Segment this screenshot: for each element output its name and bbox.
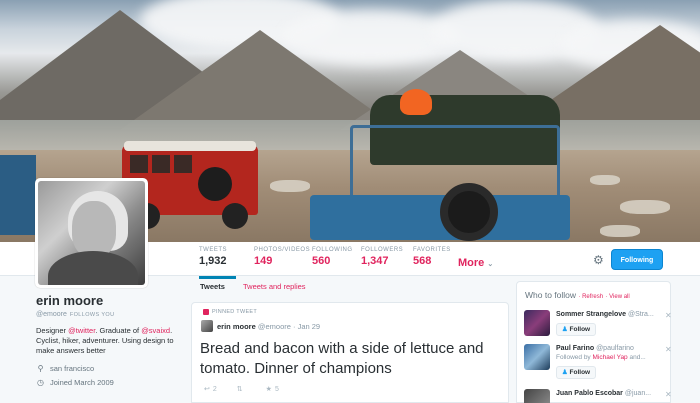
suggestion-display-name: Sommer Strangelove [556,311,627,318]
view-all-link[interactable]: · View all [605,294,629,300]
stat-value: 1,932 [199,255,227,267]
joined-text: Joined March 2009 [50,378,114,387]
reply-count: 2 [212,385,217,393]
retweet-action[interactable]: ⇅ [237,385,246,393]
following-button[interactable]: Following [611,249,663,270]
pinned-text: PINNED TWEET [212,309,258,315]
tab-tweets[interactable]: Tweets [200,282,225,291]
stat-value: 568 [413,255,432,267]
stat-followers[interactable]: FOLLOWERS 1,347 [361,247,403,267]
follow-button-label: Follow [569,326,591,333]
context-link[interactable]: Michael Yap [593,354,628,361]
add-user-icon: ♟ [561,369,568,376]
tweet-actions: ↩ 2 ⇅ ★ 5 [204,385,279,394]
profile-bio: Designer @twitter. Graduate of @svaixd. … [36,326,184,356]
profile-card: erin moore @emoore FOLLOWS YOU Designer @… [36,293,186,387]
avatar[interactable] [524,310,550,336]
stat-tweets[interactable]: TWEETS 1,932 [199,247,236,279]
suggestion-name[interactable]: Paul Farino @paulfarino [556,345,634,352]
tweet-text: Bread and bacon with a side of lettuce a… [200,340,484,377]
stat-label: FOLLOWING [312,247,353,253]
refresh-link[interactable]: · Refresh [578,294,603,300]
map-pin-icon: ⚲ [37,364,44,373]
location-text: san francisco [50,364,95,373]
suggestion-name[interactable]: Juan Pablo Escobar @juan... [556,390,651,397]
favorite-count: 5 [274,385,279,393]
suggestion-handle: @Stra... [627,311,654,318]
avatar[interactable] [35,178,148,288]
tweet-author-handle[interactable]: @emoore [258,322,291,331]
stat-value: 149 [254,255,273,267]
gear-icon[interactable]: ⚙ [593,253,607,267]
close-icon[interactable]: ✕ [665,311,672,320]
suggestion-handle: @paulfarino [596,345,634,352]
who-to-follow-title: Who to follow [525,290,577,300]
add-user-icon: ♟ [561,326,568,333]
stat-following[interactable]: FOLLOWING 560 [312,247,353,267]
pinned-label: PINNED TWEET [203,309,257,315]
tweet-author-name[interactable]: erin moore [217,322,256,331]
context-text: Followed by [556,354,593,361]
follow-button[interactable]: ♟ Follow [556,323,596,336]
pinned-tweet[interactable]: PINNED TWEET erin moore @emoore · Jan 29… [191,302,509,403]
follows-you-badge: FOLLOWS YOU [69,312,115,318]
close-icon[interactable]: ✕ [665,390,672,399]
tab-tweets-and-replies[interactable]: Tweets and replies [243,282,306,291]
suggestion-handle: @juan... [624,390,652,397]
tweet-avatar[interactable] [201,320,213,332]
more-menu[interactable]: More ⌄ [458,257,493,269]
follow-button-label: Follow [569,369,591,376]
reply-icon: ↩ [204,386,210,393]
context-text: and... [627,354,646,361]
pin-icon [203,309,209,315]
timeline-tabs: Tweets Tweets and replies [190,280,510,296]
avatar[interactable] [524,344,550,370]
avatar[interactable] [524,389,550,403]
stat-label: FOLLOWERS [361,247,404,253]
favorite-action[interactable]: ★ 5 [265,385,279,394]
stat-label: FAVORITES [413,247,451,253]
stat-value: 560 [312,255,331,267]
suggestion-display-name: Juan Pablo Escobar [556,390,623,397]
more-label: More [458,257,485,269]
stat-favorites[interactable]: FAVORITES 568 [413,247,451,267]
reply-action[interactable]: ↩ 2 [204,385,217,394]
stat-label: PHOTOS/VIDEOS [254,247,311,253]
stat-photos-videos[interactable]: PHOTOS/VIDEOS 149 [254,247,310,267]
retweet-icon: ⇅ [236,386,243,393]
who-to-follow-panel: Who to follow · Refresh · View all Somme… [516,281,672,403]
close-icon[interactable]: ✕ [665,345,672,354]
suggestion-context: Followed by Michael Yap and... [556,354,646,361]
suggestion-name[interactable]: Sommer Strangelove @Stra... [556,311,654,318]
stat-label: TWEETS [199,247,227,253]
bio-text: Designer [36,326,69,335]
suggestion-display-name: Paul Farino [556,345,595,352]
chevron-down-icon: ⌄ [487,261,494,268]
bio-text: . Graduate of [95,326,142,335]
tweet-date[interactable]: · Jan 29 [293,322,320,331]
follow-button[interactable]: ♟ Follow [556,366,596,379]
tweet-header: erin moore @emoore · Jan 29 [217,322,320,331]
profile-joined: ◷ Joined March 2009 [36,378,186,387]
stat-value: 1,347 [361,255,389,267]
handle-text[interactable]: @emoore [36,311,67,318]
profile-location: ⚲ san francisco [36,364,186,373]
profile-handle: @emoore FOLLOWS YOU [36,311,186,318]
profile-name[interactable]: erin moore [36,293,186,308]
calendar-icon: ◷ [37,378,44,387]
bio-link-twitter[interactable]: @twitter [68,326,95,335]
bio-link-svaixd[interactable]: @svaixd [141,326,170,335]
star-icon: ★ [265,386,272,393]
who-to-follow-header: Who to follow · Refresh · View all [525,290,630,300]
